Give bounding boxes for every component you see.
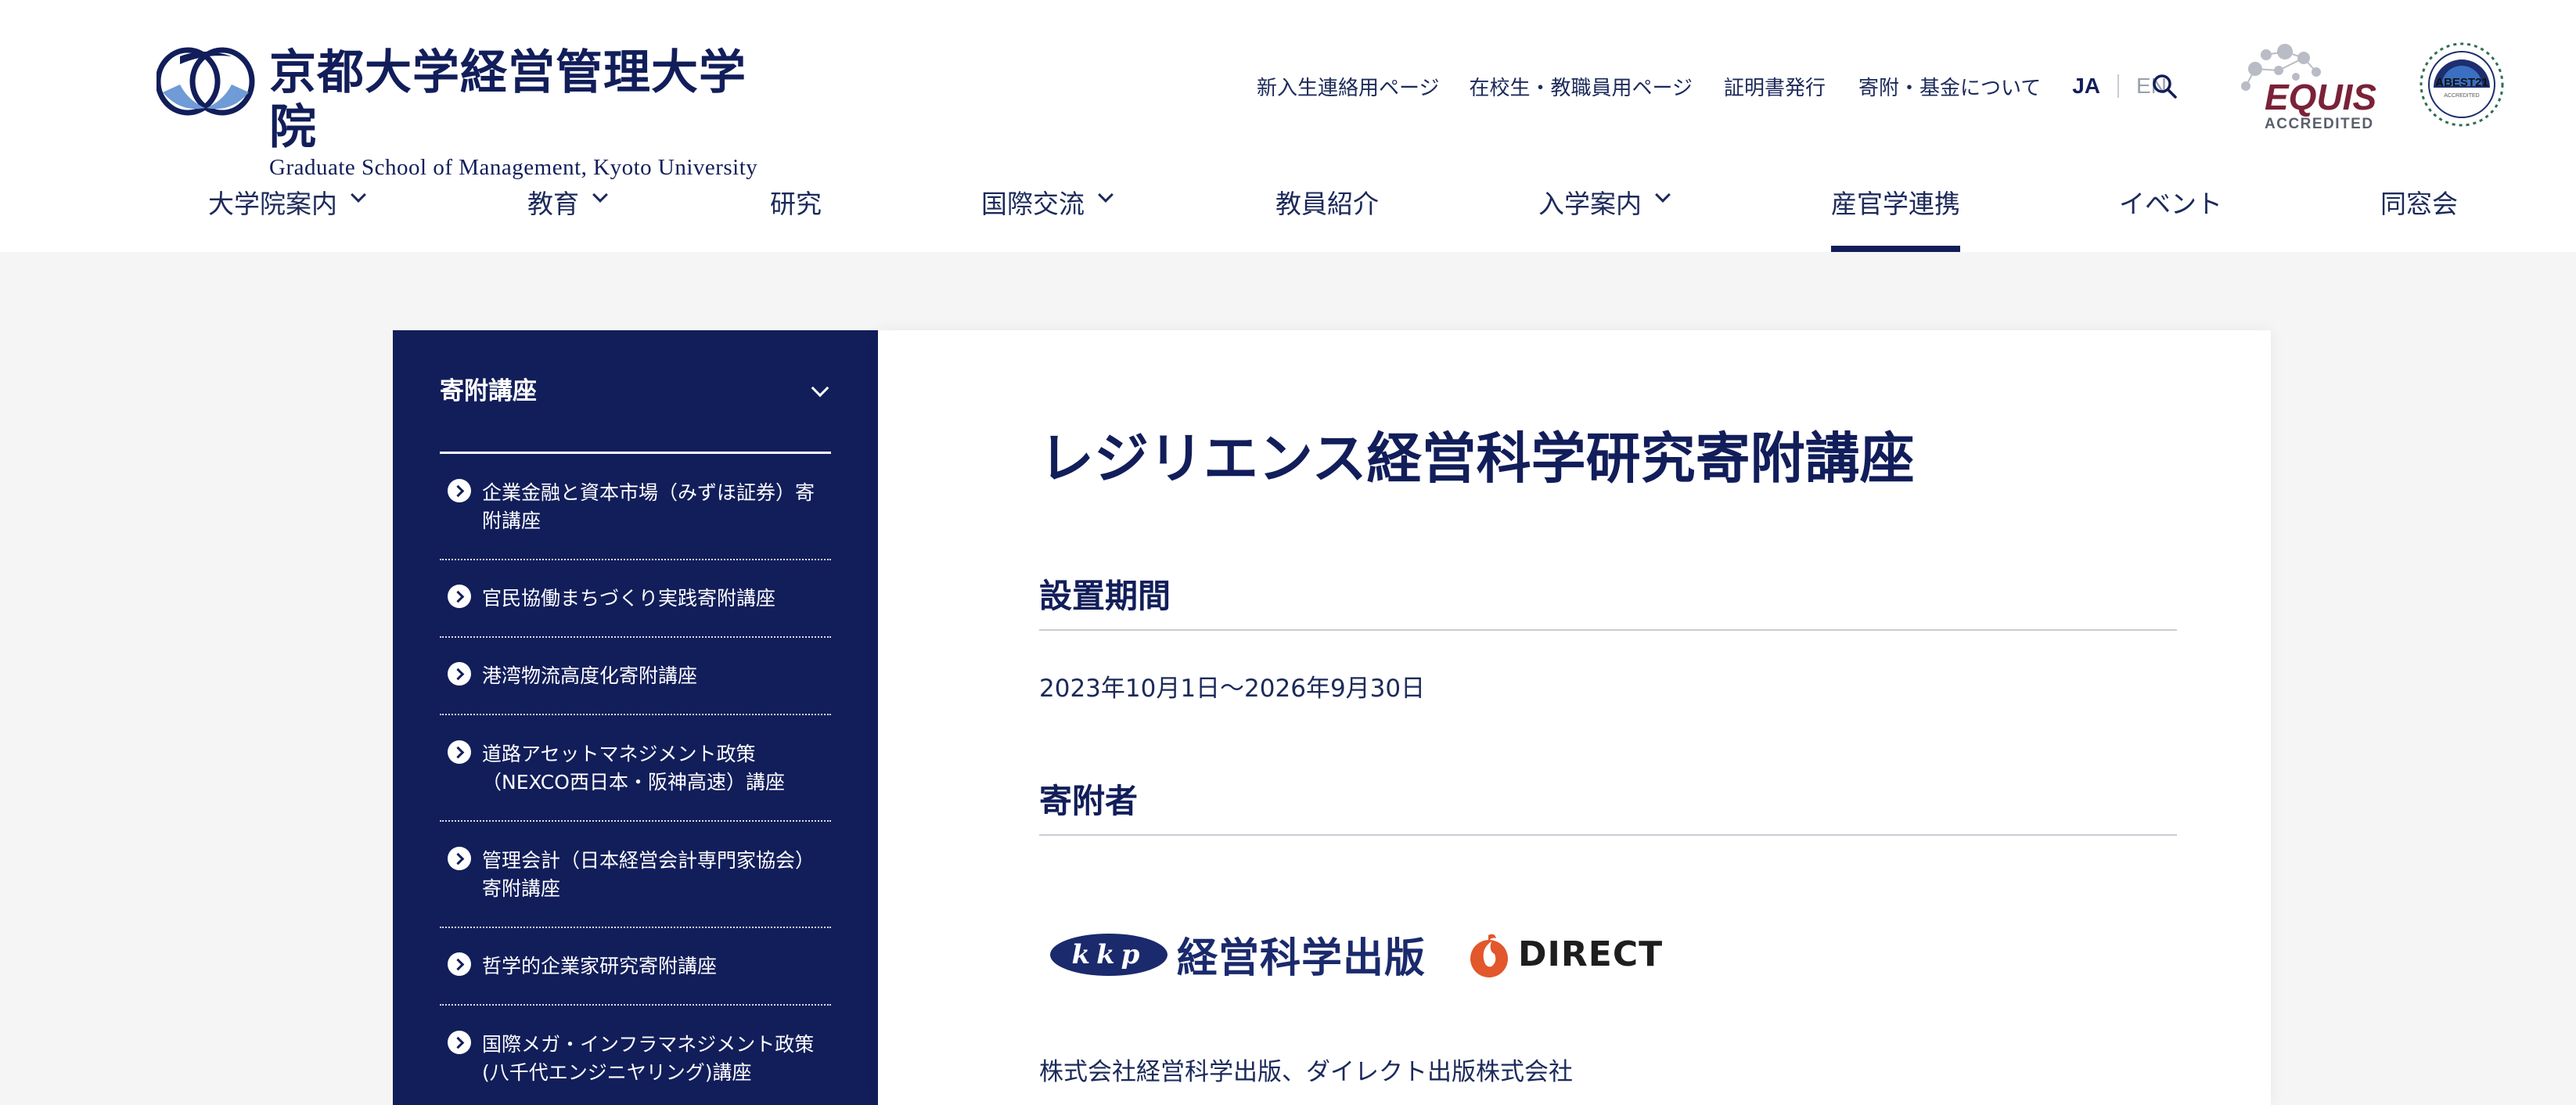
abest21-accredited-label: ACCREDITED [2444,93,2480,99]
sidebar-item-label: 企業金融と資本市場（みずほ証券）寄附講座 [482,481,815,532]
sidebar-item-label: 哲学的企業家研究寄附講座 [482,955,718,977]
search-icon [2153,74,2177,99]
equis-wordmark: EQUIS [2265,77,2376,117]
nav-research[interactable]: 研究 [770,175,822,252]
nav-alumni-label: 同窓会 [2380,189,2458,219]
chevron-down-icon [351,187,366,203]
arrow-circle-icon [448,479,471,502]
abest21-wordmark: ABEST21 [2435,76,2488,89]
lang-ja-link[interactable]: JA [2072,74,2100,99]
utility-nav: 新入生連絡用ページ 在校生・教職員用ページ 証明書発行 寄附・基金について JA… [1257,72,2167,100]
link-new-students[interactable]: 新入生連絡用ページ [1257,72,1439,101]
section-heading-donors: 寄附者 [1039,778,2177,836]
lang-divider [2117,74,2120,98]
site-header: 京都大学経営管理大学院 Graduate School of Managemen… [0,0,2576,252]
sidebar-item-label: 国際メガ・インフラマネジメント政策(八千代エンジニヤリング)講座 [482,1033,815,1084]
sidebar-item-road-asset[interactable]: 道路アセットマネジメント政策（NEXCO西日本・阪神高速）講座 [440,715,831,822]
link-certificates[interactable]: 証明書発行 [1724,72,1826,101]
arrow-circle-icon [448,585,471,608]
kkp-logo-text: 経営科学出版 [1177,935,1427,982]
site-logo[interactable]: 京都大学経営管理大学院 Graduate School of Managemen… [155,45,775,180]
nav-faculty-label: 教員紹介 [1275,189,1379,219]
nav-admissions[interactable]: 入学案内 [1538,175,1671,252]
arrow-circle-icon [448,847,471,870]
nav-research-label: 研究 [770,189,822,219]
nav-education-label: 教育 [527,189,579,219]
sponsor-names: 株式会社経営科学出版、ダイレクト出版株式会社 [1039,1058,1573,1086]
page-title: レジリエンス経営科学研究寄附講座 [1039,426,1915,491]
chevron-down-icon [811,379,829,398]
main-content: レジリエンス経営科学研究寄附講座 設置期間 2023年10月1日〜2026年9月… [878,330,2271,1105]
sidebar: 寄附講座 企業金融と資本市場（みずほ証券）寄附講座 官民協働まちづくり実践寄附講… [393,330,878,1105]
nav-about-label: 大学院案内 [208,189,337,219]
direct-flame-icon [1470,934,1509,977]
sponsor-logos: kkp 経営科学出版 DIRECT [1050,925,1663,984]
equis-accredited-label: ACCREDITED [2265,116,2374,132]
sidebar-item-mega-infrastructure[interactable]: 国際メガ・インフラマネジメント政策(八千代エンジニヤリング)講座 [440,1006,831,1105]
arrow-circle-icon [448,1031,471,1054]
nav-about[interactable]: 大学院案内 [208,175,366,252]
nav-education[interactable]: 教育 [527,175,608,252]
equis-accreditation-logo: EQUIS ACCREDITED [2235,41,2376,133]
nav-alumni[interactable]: 同窓会 [2380,175,2458,252]
sidebar-item-label: 管理会計（日本経営会計専門家協会）寄附講座 [482,849,815,900]
nav-industry-collaboration-label: 産官学連携 [1831,189,1960,219]
chevron-down-icon [592,187,608,203]
nav-international[interactable]: 国際交流 [981,175,1114,252]
nav-admissions-label: 入学案内 [1538,189,1642,219]
link-current-students-staff[interactable]: 在校生・教職員用ページ [1469,72,1692,101]
chevron-down-icon [1655,187,1671,203]
chevron-down-icon [1098,187,1114,203]
sidebar-item-label: 官民協働まちづくり実践寄附講座 [482,587,776,610]
sidebar-item-label: 港湾物流高度化寄附講座 [482,664,698,687]
nav-faculty[interactable]: 教員紹介 [1275,175,1379,252]
global-nav: 大学院案内 教育 研究 国際交流 教員紹介 入学案内 産官学連携 イベント 同窓… [0,175,2576,252]
nav-international-label: 国際交流 [981,189,1085,219]
sidebar-header[interactable]: 寄附講座 [440,374,831,454]
sidebar-item-mizuho[interactable]: 企業金融と資本市場（みずほ証券）寄附講座 [440,454,831,560]
kkp-logo-mark: kkp [1050,933,1167,976]
direct-logo: DIRECT [1468,930,1663,979]
link-donations[interactable]: 寄附・基金について [1858,72,2041,101]
arrow-circle-icon [448,740,471,764]
nav-events[interactable]: イベント [2119,175,2222,252]
sidebar-item-management-accounting[interactable]: 管理会計（日本経営会計専門家協会）寄附講座 [440,822,831,928]
sidebar-item-port-logistics[interactable]: 港湾物流高度化寄附講座 [440,638,831,715]
sidebar-list: 企業金融と資本市場（みずほ証券）寄附講座 官民協働まちづくり実践寄附講座 港湾物… [440,454,831,1105]
section-heading-period: 設置期間 [1039,573,2177,631]
establishment-period: 2023年10月1日〜2026年9月30日 [1039,675,1426,703]
sidebar-item-philosophical-entrepreneur[interactable]: 哲学的企業家研究寄附講座 [440,928,831,1006]
nav-events-label: イベント [2119,189,2222,219]
keiei-kagaku-shuppan-logo: kkp 経営科学出版 [1050,925,1426,984]
abest21-accreditation-logo: ABEST21 ACCREDITED [2418,41,2506,128]
sidebar-item-town-planning[interactable]: 官民協働まちづくり実践寄附講座 [440,560,831,638]
nav-industry-collaboration[interactable]: 産官学連携 [1831,175,1960,252]
arrow-circle-icon [448,662,471,686]
arrow-circle-icon [448,952,471,976]
sidebar-item-label: 道路アセットマネジメント政策（NEXCO西日本・阪神高速）講座 [482,743,785,794]
logo-title-jp: 京都大学経営管理大学院 [269,45,747,155]
direct-logo-text: DIRECT [1518,934,1664,974]
search-button[interactable] [2150,72,2178,100]
university-emblem-icon [155,45,255,117]
sidebar-title: 寄附講座 [440,377,537,405]
